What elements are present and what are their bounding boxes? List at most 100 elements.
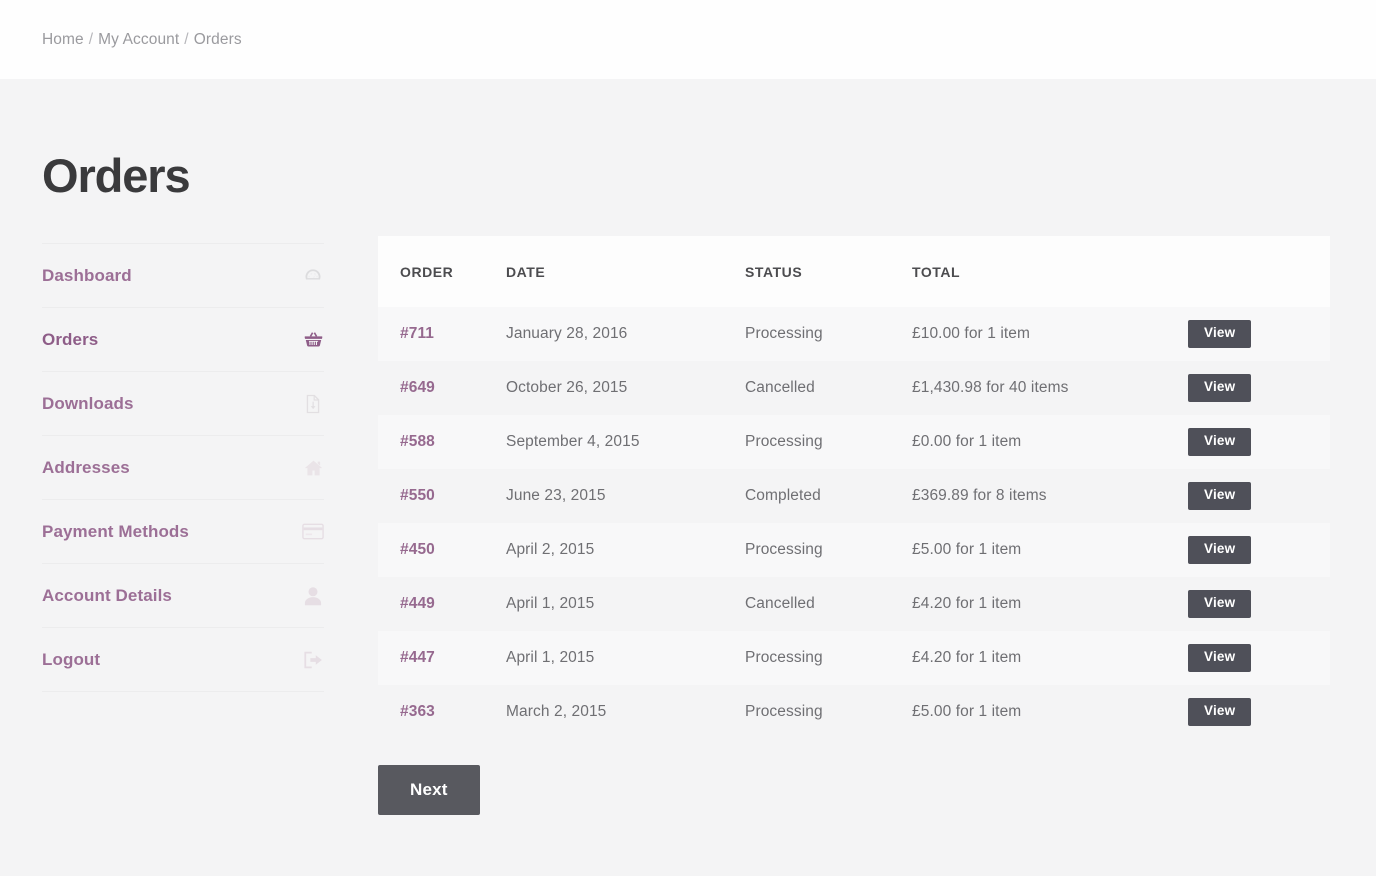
cell-total: £5.00 for 1 item xyxy=(912,541,1022,558)
dashboard-gauge-icon xyxy=(302,265,324,287)
cell-status: Processing xyxy=(745,325,823,342)
sidebar-item-downloads[interactable]: Downloads xyxy=(42,372,324,436)
breadcrumb-item-my-account[interactable]: My Account xyxy=(98,31,179,48)
table-row: #550 June 23, 2015 Completed £369.89 for… xyxy=(378,469,1330,523)
cell-order: #449 xyxy=(378,577,506,631)
sidebar-item-account-details[interactable]: Account Details xyxy=(42,564,324,628)
cell-date: March 2, 2015 xyxy=(506,703,607,720)
orders-table: ORDER DATE STATUS TOTAL #711 January 28,… xyxy=(378,236,1330,739)
table-row: #449 April 1, 2015 Cancelled £4.20 for 1… xyxy=(378,577,1330,631)
view-order-button[interactable]: View xyxy=(1188,320,1252,348)
breadcrumb-separator: / xyxy=(184,30,189,48)
breadcrumb-bar: Home / My Account / Orders xyxy=(0,0,1376,79)
next-page-button[interactable]: Next xyxy=(378,765,480,815)
cell-total: £5.00 for 1 item xyxy=(912,703,1022,720)
column-header-actions xyxy=(1188,236,1330,307)
sidebar-item-label: Orders xyxy=(42,329,99,349)
sidebar-item-payment-methods[interactable]: Payment Methods xyxy=(42,500,324,564)
column-header-date: DATE xyxy=(506,263,546,280)
order-number-link[interactable]: #450 xyxy=(400,541,435,558)
sidebar-item-label: Downloads xyxy=(42,393,134,413)
cell-total: £10.00 for 1 item xyxy=(912,325,1031,342)
page-title: Orders xyxy=(42,149,191,202)
cell-total: £4.20 for 1 item xyxy=(912,649,1022,666)
orders-table-head: ORDER DATE STATUS TOTAL xyxy=(378,236,1330,307)
cell-order: #649 xyxy=(378,361,506,415)
cell-actions: View xyxy=(1188,577,1330,631)
home-icon xyxy=(302,457,324,479)
account-nav: Dashboard Orders Downloads Addresses Pay… xyxy=(42,243,324,692)
view-order-button[interactable]: View xyxy=(1188,536,1252,564)
view-order-button[interactable]: View xyxy=(1188,374,1252,402)
sidebar-item-logout[interactable]: Logout xyxy=(42,628,324,692)
sidebar-item-dashboard[interactable]: Dashboard xyxy=(42,244,324,308)
account-page: Orders Dashboard Orders Downloads Addres… xyxy=(0,79,1376,876)
sidebar-item-addresses[interactable]: Addresses xyxy=(42,436,324,500)
breadcrumb-item-orders: Orders xyxy=(193,30,242,48)
shopping-basket-icon xyxy=(302,329,324,351)
cell-total: £1,430.98 for 40 items xyxy=(912,379,1069,396)
cell-order: #363 xyxy=(378,685,506,739)
cell-status: Processing xyxy=(745,703,823,720)
breadcrumb: Home / My Account / Orders xyxy=(42,31,242,49)
cell-actions: View xyxy=(1188,307,1330,361)
table-row: #711 January 28, 2016 Processing £10.00 … xyxy=(378,307,1330,361)
cell-total: £369.89 for 8 items xyxy=(912,487,1047,504)
account-sidebar: Orders Dashboard Orders Downloads Addres… xyxy=(42,152,324,692)
cell-status: Cancelled xyxy=(745,595,815,612)
view-order-button[interactable]: View xyxy=(1188,590,1252,618)
view-order-button[interactable]: View xyxy=(1188,482,1252,510)
cell-total: £4.20 for 1 item xyxy=(912,595,1022,612)
pagination: Next xyxy=(378,765,1330,815)
order-number-link[interactable]: #447 xyxy=(400,649,435,666)
cell-status: Processing xyxy=(745,649,823,666)
column-header-total: TOTAL xyxy=(912,263,961,280)
cell-actions: View xyxy=(1188,415,1330,469)
file-download-icon xyxy=(302,393,324,415)
cell-actions: View xyxy=(1188,361,1330,415)
cell-status: Completed xyxy=(745,487,821,504)
order-number-link[interactable]: #711 xyxy=(400,325,434,342)
table-row: #649 October 26, 2015 Cancelled £1,430.9… xyxy=(378,361,1330,415)
cell-total: £0.00 for 1 item xyxy=(912,433,1022,450)
order-number-link[interactable]: #449 xyxy=(400,595,435,612)
table-row: #363 March 2, 2015 Processing £5.00 for … xyxy=(378,685,1330,739)
breadcrumb-item-home[interactable]: Home xyxy=(42,31,84,48)
sidebar-item-label: Account Details xyxy=(42,585,172,605)
cell-status: Cancelled xyxy=(745,379,815,396)
cell-order: #447 xyxy=(378,631,506,685)
cell-date: September 4, 2015 xyxy=(506,433,640,450)
cell-actions: View xyxy=(1188,469,1330,523)
cell-order: #450 xyxy=(378,523,506,577)
cell-date: April 1, 2015 xyxy=(506,595,595,612)
cell-date: April 1, 2015 xyxy=(506,649,595,666)
sign-out-icon xyxy=(302,649,324,671)
column-header-status: STATUS xyxy=(745,263,803,280)
table-row: #588 September 4, 2015 Processing £0.00 … xyxy=(378,415,1330,469)
sidebar-item-orders[interactable]: Orders xyxy=(42,308,324,372)
sidebar-item-label: Payment Methods xyxy=(42,521,189,541)
cell-actions: View xyxy=(1188,631,1330,685)
credit-card-icon xyxy=(302,521,324,543)
sidebar-item-label: Dashboard xyxy=(42,265,132,285)
cell-actions: View xyxy=(1188,685,1330,739)
order-number-link[interactable]: #550 xyxy=(400,487,435,504)
order-number-link[interactable]: #363 xyxy=(400,703,435,720)
cell-date: January 28, 2016 xyxy=(506,325,628,342)
cell-order: #588 xyxy=(378,415,506,469)
view-order-button[interactable]: View xyxy=(1188,644,1252,672)
view-order-button[interactable]: View xyxy=(1188,428,1252,456)
cell-status: Processing xyxy=(745,433,823,450)
sidebar-item-label: Addresses xyxy=(42,457,130,477)
user-icon xyxy=(302,585,324,607)
cell-date: April 2, 2015 xyxy=(506,541,595,558)
order-number-link[interactable]: #588 xyxy=(400,433,435,450)
breadcrumb-separator: / xyxy=(88,30,94,48)
order-number-link[interactable]: #649 xyxy=(400,379,435,396)
view-order-button[interactable]: View xyxy=(1188,698,1252,726)
orders-panel: ORDER DATE STATUS TOTAL #711 January 28,… xyxy=(378,236,1330,815)
table-row: #450 April 2, 2015 Processing £5.00 for … xyxy=(378,523,1330,577)
column-header-order: ORDER xyxy=(400,263,454,280)
cell-order: #550 xyxy=(378,469,506,523)
table-header-row: ORDER DATE STATUS TOTAL xyxy=(378,236,1330,307)
